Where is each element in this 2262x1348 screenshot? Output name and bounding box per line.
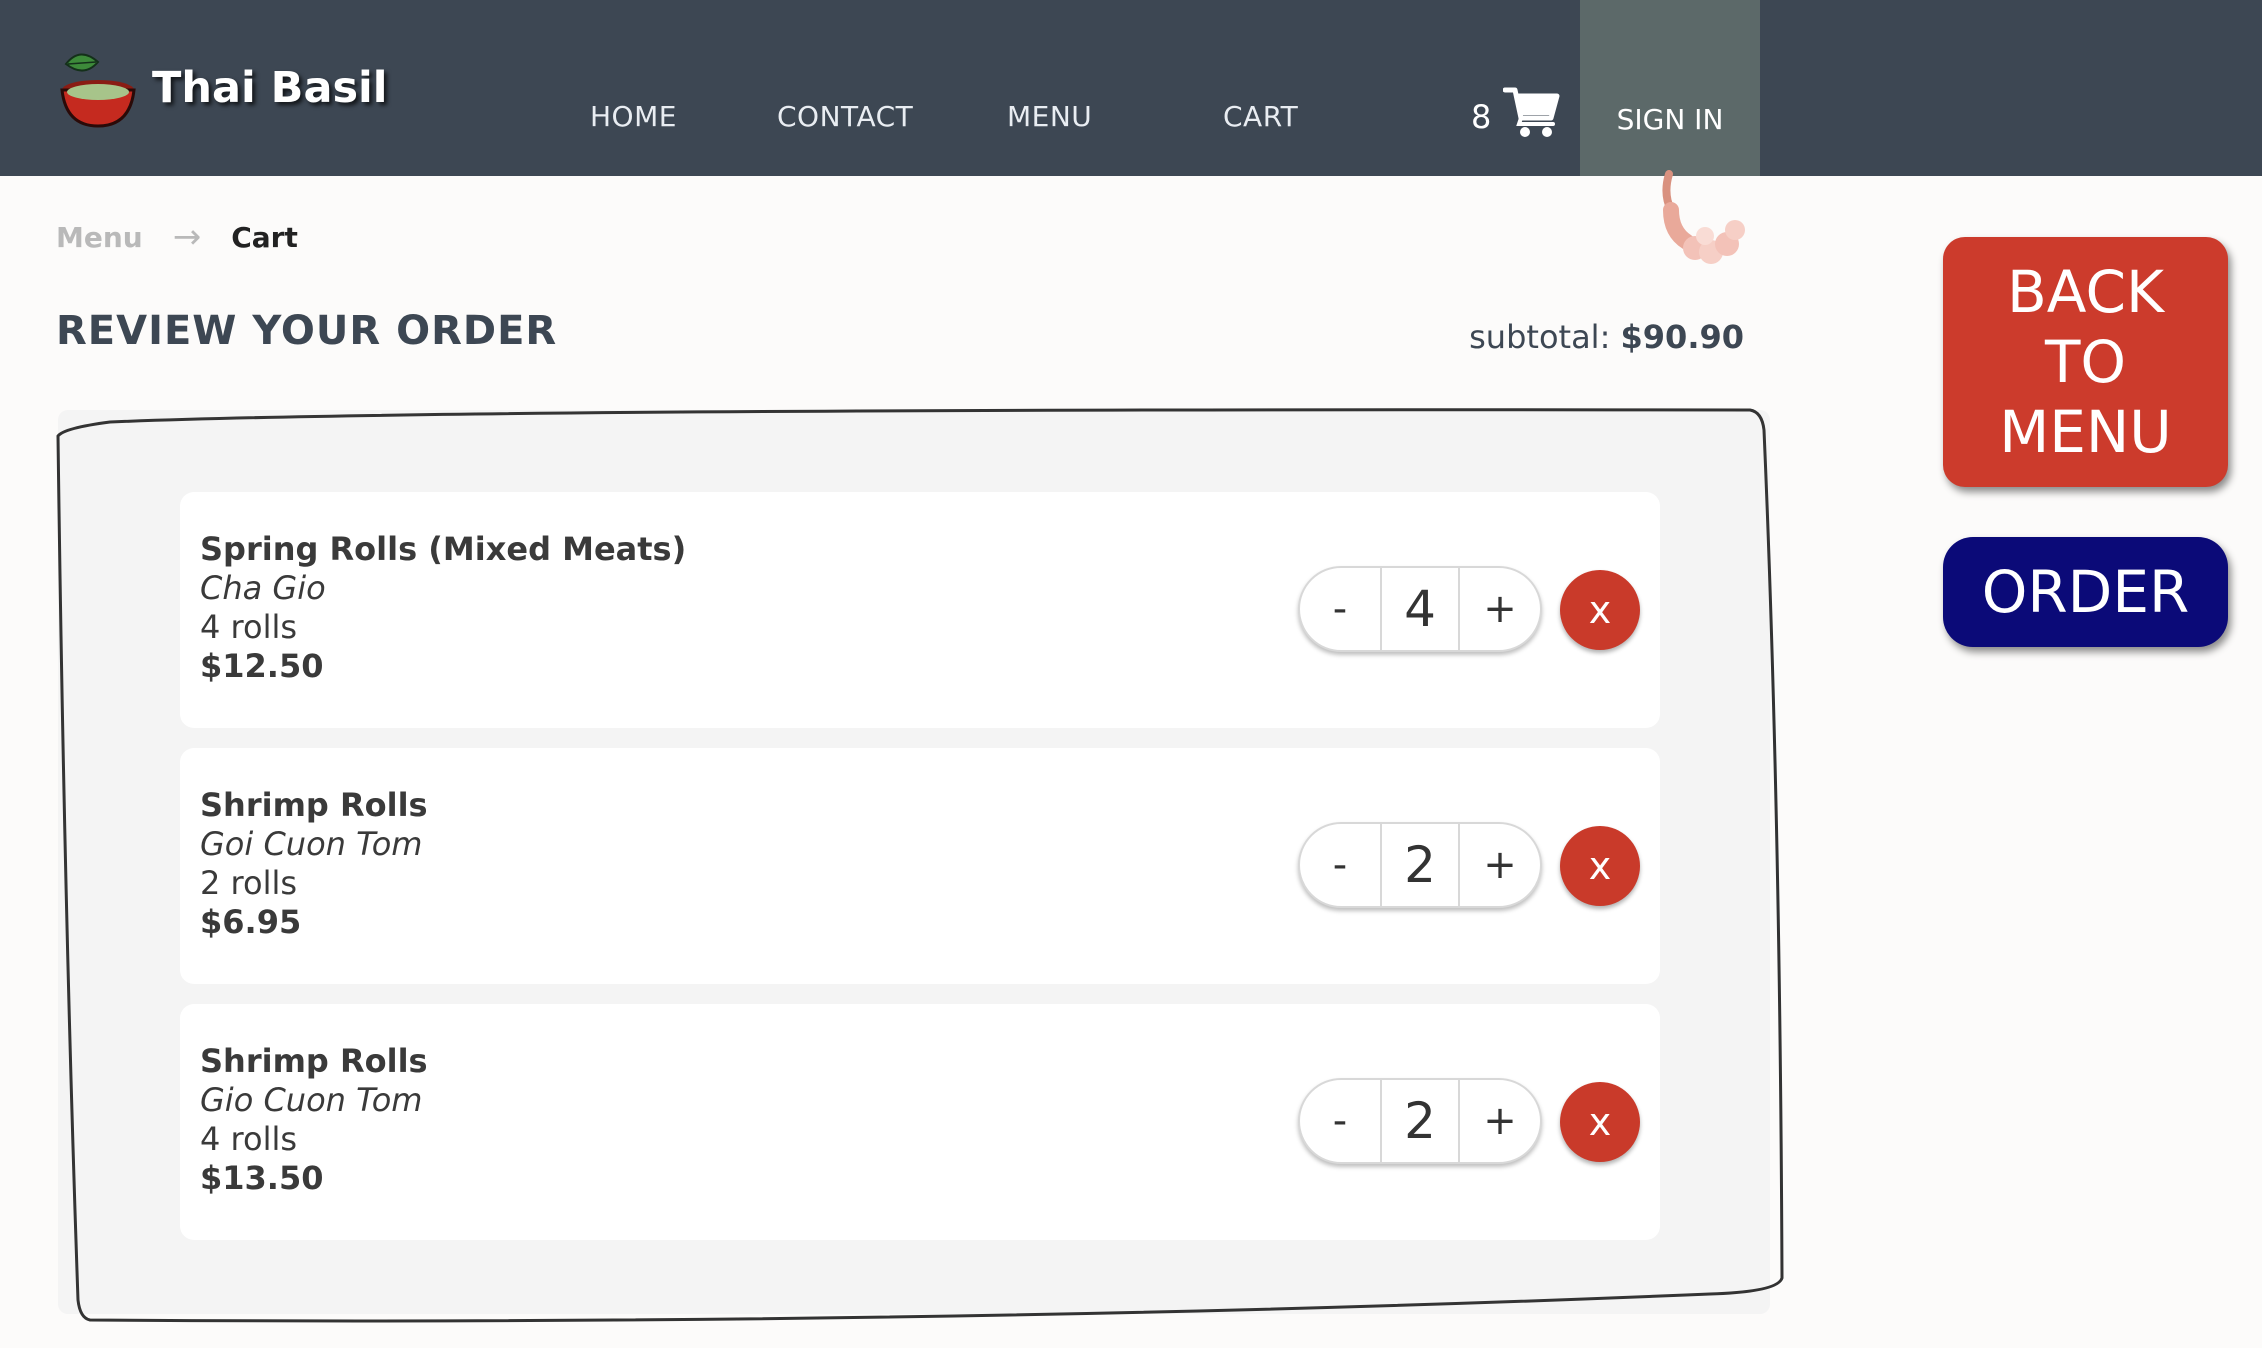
quantity-stepper: - 2 +: [1298, 1078, 1542, 1164]
top-navbar: Thai Basil HOME CONTACT MENU CART 8 SIGN…: [0, 0, 2262, 176]
item-subname: Cha Gio: [200, 569, 326, 607]
quantity-value[interactable]: 2: [1380, 824, 1460, 906]
cart-item-details: Spring Rolls (Mixed Meats) Cha Gio 4 rol…: [200, 530, 686, 686]
cart-item: Shrimp Rolls Goi Cuon Tom 2 rolls $6.95 …: [180, 748, 1660, 984]
quantity-value[interactable]: 4: [1380, 568, 1460, 650]
remove-item-button[interactable]: x: [1560, 1082, 1640, 1162]
cart-item: Spring Rolls (Mixed Meats) Cha Gio 4 rol…: [180, 492, 1660, 728]
item-price: $12.50: [200, 647, 324, 685]
bowl-logo-icon: [60, 53, 136, 128]
decrement-button[interactable]: -: [1300, 1080, 1380, 1162]
item-price: $13.50: [200, 1159, 324, 1197]
item-portion: 4 rolls: [200, 1120, 298, 1158]
item-subname: Gio Cuon Tom: [200, 1081, 423, 1119]
increment-button[interactable]: +: [1460, 1080, 1540, 1162]
quantity-stepper: - 2 +: [1298, 822, 1542, 908]
nav-menu[interactable]: MENU: [1007, 100, 1092, 133]
shrimp-decoration-icon: [1662, 170, 1745, 264]
back-label-line: MENU: [1999, 398, 2172, 466]
sign-in-label: SIGN IN: [1616, 103, 1724, 136]
breadcrumb: Menu → Cart: [56, 217, 298, 257]
item-subname: Goi Cuon Tom: [200, 825, 423, 863]
item-portion: 2 rolls: [200, 864, 298, 902]
cart-item-details: Shrimp Rolls Gio Cuon Tom 4 rolls $13.50: [200, 1042, 428, 1198]
increment-button[interactable]: +: [1460, 824, 1540, 906]
arrow-right-icon: →: [172, 217, 202, 257]
brand-name: Thai Basil: [152, 63, 388, 113]
cart-count-badge[interactable]: 8: [1471, 98, 1491, 136]
nav-home[interactable]: HOME: [590, 100, 677, 133]
item-name: Shrimp Rolls: [200, 1042, 428, 1080]
back-to-menu-button[interactable]: BACK TO MENU: [1943, 237, 2228, 487]
item-price: $6.95: [200, 903, 302, 941]
subtotal-label: subtotal:: [1469, 318, 1621, 356]
nav-contact[interactable]: CONTACT: [777, 100, 913, 133]
breadcrumb-menu-link[interactable]: Menu: [56, 221, 143, 254]
item-name: Shrimp Rolls: [200, 786, 428, 824]
back-label-line: TO: [2044, 328, 2127, 396]
item-portion: 4 rolls: [200, 608, 298, 646]
increment-button[interactable]: +: [1460, 568, 1540, 650]
remove-item-button[interactable]: x: [1560, 826, 1640, 906]
cart-item: Shrimp Rolls Gio Cuon Tom 4 rolls $13.50…: [180, 1004, 1660, 1240]
order-label: ORDER: [1981, 558, 2190, 626]
back-label-line: BACK: [2007, 258, 2164, 326]
back-to-menu-label: BACK TO MENU: [1999, 257, 2172, 467]
remove-item-button[interactable]: x: [1560, 570, 1640, 650]
breadcrumb-current: Cart: [231, 220, 298, 254]
subtotal: subtotal: $90.90: [1469, 318, 1744, 356]
quantity-value[interactable]: 2: [1380, 1080, 1460, 1162]
decrement-button[interactable]: -: [1300, 824, 1380, 906]
quantity-stepper: - 4 +: [1298, 566, 1542, 652]
nav-cart[interactable]: CART: [1223, 100, 1298, 133]
order-button[interactable]: ORDER: [1943, 537, 2228, 647]
shopping-cart-icon[interactable]: [1503, 84, 1561, 138]
sign-in-button[interactable]: SIGN IN: [1580, 0, 1760, 176]
subtotal-value: $90.90: [1620, 318, 1744, 356]
page-title: REVIEW YOUR ORDER: [56, 308, 558, 354]
item-name: Spring Rolls (Mixed Meats): [200, 530, 687, 568]
decrement-button[interactable]: -: [1300, 568, 1380, 650]
cart-item-details: Shrimp Rolls Goi Cuon Tom 2 rolls $6.95: [200, 786, 428, 942]
brand-logo[interactable]: Thai Basil: [58, 48, 388, 128]
